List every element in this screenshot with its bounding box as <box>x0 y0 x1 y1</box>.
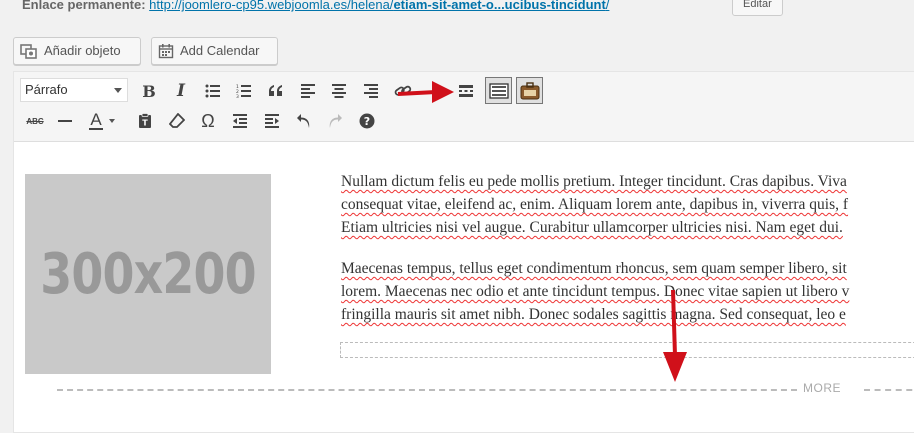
clear-formatting-icon <box>169 113 185 128</box>
horizontal-line-button[interactable] <box>52 108 78 134</box>
more-label: MORE <box>803 381 841 395</box>
outdent-button[interactable] <box>227 108 253 134</box>
align-left-icon <box>301 84 315 98</box>
bold-button[interactable]: B <box>136 78 162 104</box>
bold-icon: B <box>142 81 156 101</box>
undo-button[interactable] <box>291 108 317 134</box>
italic-icon: I <box>177 81 185 101</box>
align-right-icon <box>364 84 378 98</box>
strikethrough-button[interactable]: ABC <box>22 108 48 134</box>
undo-icon <box>297 114 310 128</box>
media-icon <box>20 43 38 59</box>
text-color-button[interactable]: A <box>84 108 120 134</box>
strikethrough-icon: ABC <box>26 116 44 126</box>
calendar-icon <box>158 43 174 59</box>
clear-formatting-button[interactable] <box>164 108 190 134</box>
special-character-icon: Ω <box>201 110 215 131</box>
numbered-list-icon: 123 <box>236 84 251 98</box>
read-more-icon <box>459 85 473 97</box>
svg-text:3: 3 <box>236 94 239 98</box>
editor-toolbar: Párrafo B I 123 ABC A T Ω ? <box>14 72 914 142</box>
plugin-icon <box>520 81 539 99</box>
redo-icon <box>329 114 342 128</box>
align-center-icon <box>332 84 346 98</box>
placeholder-image-text: 300x200 <box>40 241 256 307</box>
align-left-button[interactable] <box>295 78 321 104</box>
paste-text-icon: T <box>139 113 151 128</box>
more-divider-right <box>864 389 914 391</box>
redo-button[interactable] <box>322 108 348 134</box>
paste-text-button[interactable]: T <box>132 108 158 134</box>
indent-button[interactable] <box>259 108 285 134</box>
permalink-label: Enlace permanente: <box>22 0 146 12</box>
annotation-arrow-down-icon <box>663 289 687 382</box>
indent-icon <box>265 114 279 128</box>
help-button[interactable]: ? <box>354 108 380 134</box>
editor-content[interactable]: 300x200 Nullam dictum felis eu pede moll… <box>14 142 914 432</box>
plugin-button[interactable] <box>516 77 543 104</box>
more-divider <box>57 389 797 391</box>
align-center-button[interactable] <box>326 78 352 104</box>
toolbar-toggle-button[interactable] <box>485 77 512 104</box>
add-calendar-label: Add Calendar <box>180 43 260 58</box>
placeholder-image[interactable]: 300x200 <box>25 174 271 374</box>
svg-text:?: ? <box>364 115 370 128</box>
italic-button[interactable]: I <box>168 78 194 104</box>
annotation-arrow-right-icon <box>397 81 454 103</box>
blockquote-icon <box>269 85 282 96</box>
bullet-list-button[interactable] <box>200 78 226 104</box>
format-select[interactable]: Párrafo <box>20 78 128 102</box>
permalink-slug[interactable]: etiam-sit-amet-o...ucibus-tincidunt <box>393 0 605 12</box>
add-media-label: Añadir objeto <box>44 43 121 58</box>
format-select-value: Párrafo <box>25 82 68 97</box>
horizontal-line-icon <box>58 120 72 122</box>
paragraph-2: Maecenas tempus, tellus eget condimentum… <box>341 260 850 323</box>
bullet-list-icon <box>205 84 220 98</box>
add-media-button[interactable]: Añadir objeto <box>13 37 141 65</box>
permalink-row: Enlace permanente: http://joomlero-cp95.… <box>22 0 609 16</box>
paragraph-1: Nullam dictum felis eu pede mollis preti… <box>341 173 849 236</box>
add-calendar-button[interactable]: Add Calendar <box>151 37 278 65</box>
outdent-icon <box>233 114 247 128</box>
edit-permalink-button[interactable]: Editar <box>732 0 783 16</box>
special-character-button[interactable]: Ω <box>195 108 221 134</box>
text-color-icon: A <box>89 111 115 130</box>
align-right-button[interactable] <box>358 78 384 104</box>
permalink-link[interactable]: http://joomlero-cp95.webjoomla.es/helena… <box>149 0 609 12</box>
help-icon: ? <box>359 113 375 129</box>
blockquote-button[interactable] <box>263 78 289 104</box>
numbered-list-button[interactable]: 123 <box>231 78 257 104</box>
editor: Párrafo B I 123 ABC A T Ω ? 300x200 Null… <box>13 71 914 433</box>
chevron-down-icon <box>114 88 122 93</box>
empty-paragraph[interactable] <box>340 342 914 358</box>
svg-text:T: T <box>142 119 148 128</box>
toolbar-toggle-icon <box>488 82 509 99</box>
